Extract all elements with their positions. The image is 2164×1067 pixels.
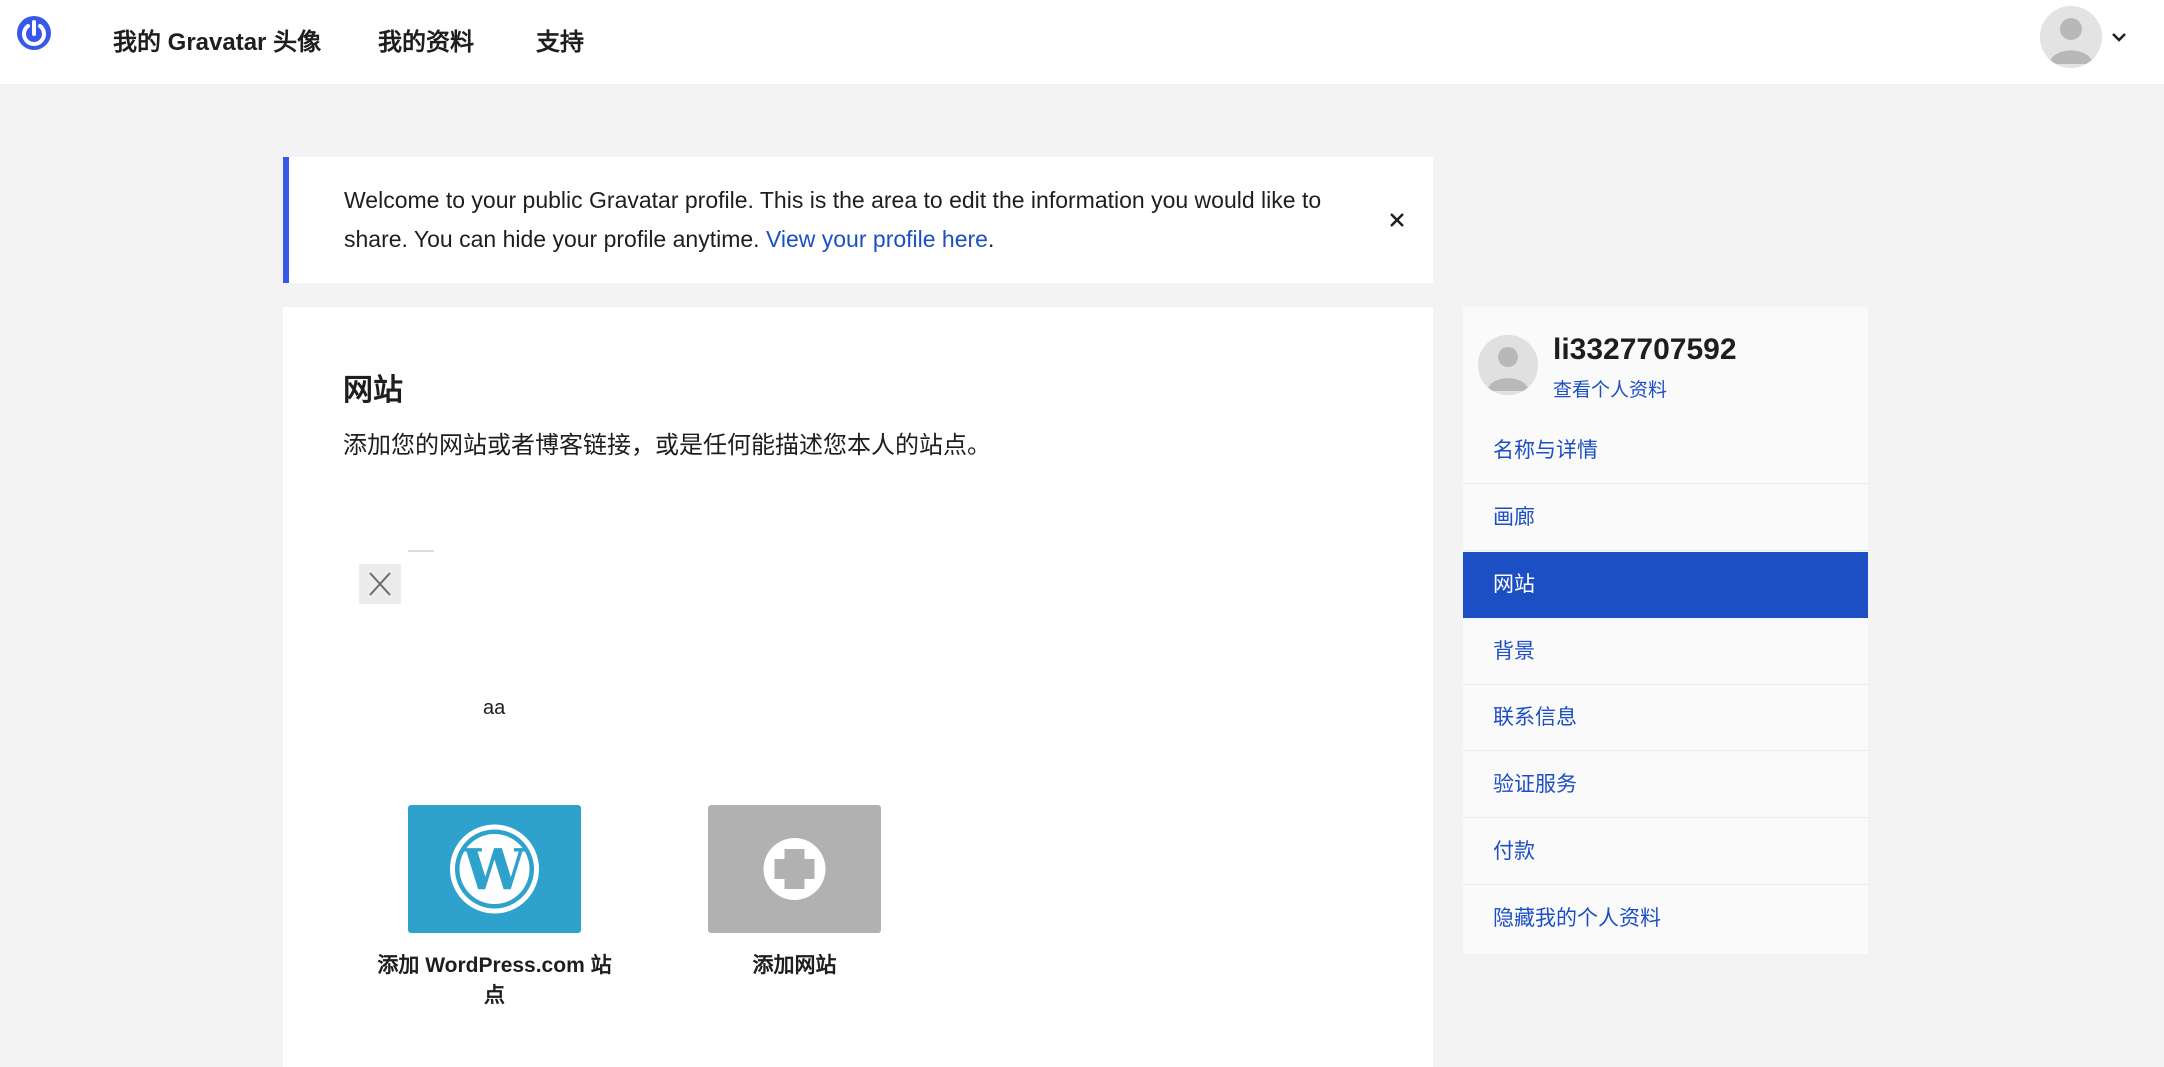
notice-trailing: . xyxy=(987,226,995,252)
notice-text: Welcome to your public Gravatar profile.… xyxy=(344,181,1344,259)
default-avatar-icon xyxy=(2040,6,2102,68)
chevron-down-icon xyxy=(2112,33,2126,42)
gravatar-power-icon[interactable] xyxy=(15,14,53,52)
add-wordpress-site-button[interactable]: W xyxy=(408,805,581,933)
sidebar-item-verified-services[interactable]: 验证服务 xyxy=(1463,752,1868,818)
sidebar-item-name-details[interactable]: 名称与详情 xyxy=(1463,418,1868,484)
welcome-notice: Welcome to your public Gravatar profile.… xyxy=(283,157,1433,283)
add-website-button[interactable] xyxy=(708,805,881,933)
close-icon xyxy=(369,572,391,596)
svg-text:W: W xyxy=(462,837,527,903)
remove-site-button[interactable] xyxy=(359,564,401,604)
top-bar: 我的 Gravatar 头像 我的资料 支持 xyxy=(0,0,2164,84)
user-menu[interactable] xyxy=(2040,6,2140,68)
websites-card: 网站 添加您的网站或者博客链接，或是任何能描述您本人的站点。 aa W 添加 W… xyxy=(283,307,1433,1067)
sidebar-item-background[interactable]: 背景 xyxy=(1463,619,1868,685)
wordpress-logo-icon: W xyxy=(450,824,539,914)
sidebar-item-websites[interactable]: 网站 xyxy=(1463,552,1868,618)
default-avatar-icon xyxy=(1478,335,1538,395)
sidebar-item-payments[interactable]: 付款 xyxy=(1463,819,1868,885)
add-website-label[interactable]: 添加网站 xyxy=(708,949,881,979)
section-description: 添加您的网站或者博客链接，或是任何能描述您本人的站点。 xyxy=(343,432,991,459)
close-icon[interactable] xyxy=(1387,210,1407,230)
profile-avatar xyxy=(1478,335,1538,395)
sidebar-item-contact-info[interactable]: 联系信息 xyxy=(1463,685,1868,751)
nav-support[interactable]: 支持 xyxy=(536,22,584,57)
view-profile-link[interactable]: 查看个人资料 xyxy=(1553,375,1667,402)
plus-circle-icon xyxy=(763,838,826,900)
view-profile-link[interactable]: View your profile here xyxy=(766,226,988,252)
add-wordpress-site-label[interactable]: 添加 WordPress.com 站点 xyxy=(373,949,616,1009)
profile-header: li3327707592 查看个人资料 xyxy=(1463,307,1868,407)
sidebar-item-gallery[interactable]: 画廊 xyxy=(1463,485,1868,551)
section-title: 网站 xyxy=(343,374,403,407)
nav-my-gravatar[interactable]: 我的 Gravatar 头像 xyxy=(113,22,321,57)
profile-username: li3327707592 xyxy=(1553,333,1737,366)
site-name: aa xyxy=(483,697,506,719)
nav-my-profile[interactable]: 我的资料 xyxy=(378,22,474,57)
sidebar-item-hide-profile[interactable]: 隐藏我的个人资料 xyxy=(1463,886,1868,952)
site-thumbnail-placeholder xyxy=(408,550,434,552)
profile-sidebar: li3327707592 查看个人资料 名称与详情 画廊 网站 背景 联系信息 … xyxy=(1463,307,1868,954)
